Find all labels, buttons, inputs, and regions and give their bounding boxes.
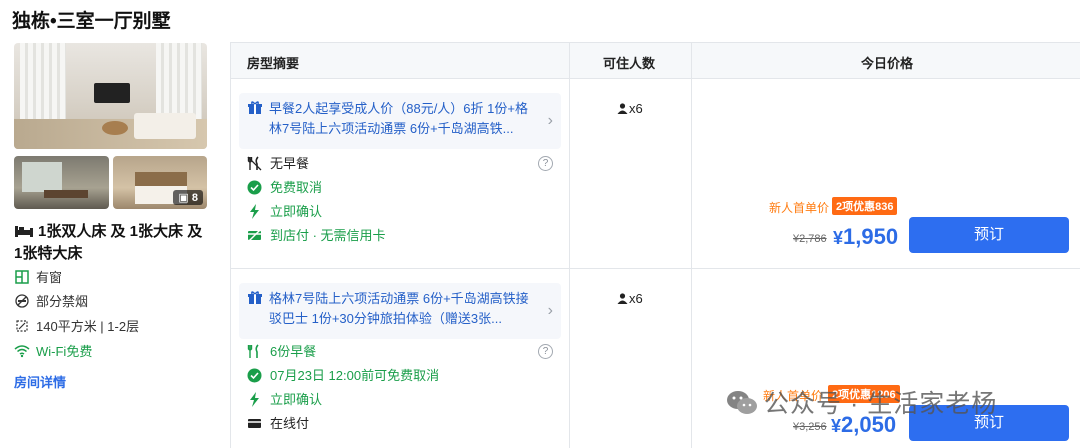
payment-info: 在线付: [247, 415, 309, 433]
cancel-policy: 07月23日 12:00前可免费取消: [247, 367, 439, 385]
header-guests: 可住人数: [603, 56, 656, 71]
book-button[interactable]: 预订: [909, 217, 1069, 253]
room-details-link[interactable]: 房间详情: [14, 372, 66, 391]
promo-badge[interactable]: 2项优惠836: [832, 197, 898, 215]
no-smoking-icon: [15, 294, 29, 308]
chevron-right-icon: ›: [547, 112, 553, 129]
area-icon: [16, 320, 28, 332]
feature-area: 140平方米 | 1-2层: [14, 318, 139, 336]
original-price: ¥3,256: [793, 421, 827, 433]
package-summary[interactable]: 早餐2人起享受成人价（88元/人）6折 1份+格林7号陆上六项活动通票 6份+千…: [239, 93, 561, 149]
original-price: ¥2,786: [793, 233, 827, 245]
photo-count-badge[interactable]: ▣ 8: [173, 190, 203, 205]
rate-row: 格林7号陆上六项活动通票 6份+千岛湖高铁接驳巴士 1份+30分钟旅拍体验（赠送…: [231, 269, 1080, 448]
room-photo-thumb-bedroom[interactable]: ▣ 8: [113, 156, 207, 209]
bed-icon: [15, 226, 33, 237]
confirm-info: 立即确认: [247, 391, 322, 409]
guest-capacity: x6: [617, 291, 643, 306]
person-icon: [617, 293, 628, 304]
no-card-icon: [248, 229, 261, 242]
lightning-icon: [250, 392, 259, 407]
package-summary[interactable]: 格林7号陆上六项活动通票 6份+千岛湖高铁接驳巴士 1份+30分钟旅拍体验（赠送…: [239, 283, 561, 339]
lightning-icon: [250, 204, 259, 219]
payment-info: 到店付 · 无需信用卡: [247, 227, 386, 245]
confirm-info: 立即确认: [247, 203, 322, 221]
cutlery-icon: [247, 156, 262, 171]
meal-info: 6份早餐: [247, 343, 316, 361]
current-price: ¥1,950: [833, 224, 899, 249]
gallery-icon: ▣: [178, 192, 189, 204]
help-icon[interactable]: ?: [538, 344, 553, 359]
check-circle-icon: [247, 368, 262, 383]
room-title: 独栋•三室一厅别墅: [12, 11, 171, 32]
cutlery-icon: [247, 344, 259, 358]
help-icon[interactable]: ?: [538, 156, 553, 171]
header-summary: 房型摘要: [247, 56, 300, 71]
window-icon: [15, 270, 29, 284]
wifi-icon: [14, 345, 30, 358]
chevron-right-icon: ›: [547, 302, 553, 319]
meal-info: 无早餐: [247, 155, 309, 173]
feature-smoking: 部分禁烟: [14, 293, 88, 311]
feature-wifi: Wi-Fi免费: [14, 343, 92, 361]
gift-icon: [248, 291, 262, 304]
wechat-icon: [727, 391, 757, 414]
room-main-photo[interactable]: [14, 43, 207, 149]
gift-icon: [248, 101, 262, 114]
header-price: 今日价格: [861, 56, 914, 71]
bed-info: 1张双人床 及 1张大床 及 1张特大床: [14, 223, 203, 262]
person-icon: [617, 103, 628, 114]
watermark: 公众号 · 生活家老杨: [726, 384, 997, 420]
card-icon: [248, 419, 261, 428]
promo-label: 新人首单价: [769, 201, 830, 215]
rate-row: 早餐2人起享受成人价（88元/人）6折 1份+格林7号陆上六项活动通票 6份+千…: [231, 79, 1080, 269]
rate-table-header: 房型摘要 可住人数 今日价格: [231, 43, 1080, 79]
check-circle-icon: [247, 180, 262, 195]
room-photo-thumb-dining[interactable]: [14, 156, 109, 209]
guest-capacity: x6: [617, 101, 643, 116]
cancel-policy: 免费取消: [247, 179, 322, 197]
feature-window: 有窗: [14, 269, 62, 287]
